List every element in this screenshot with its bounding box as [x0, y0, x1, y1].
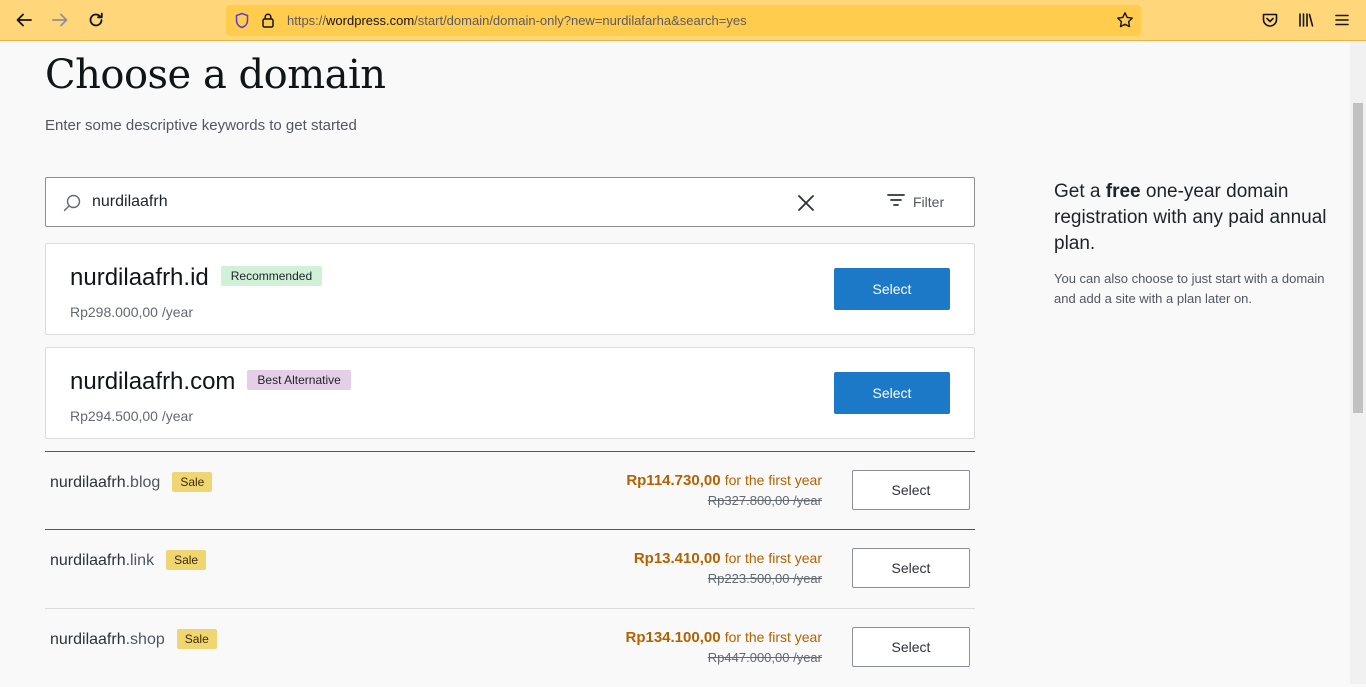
promo-title-bold: free — [1105, 181, 1141, 202]
filter-label: Filter — [913, 193, 945, 210]
select-button[interactable]: Select — [834, 372, 950, 414]
original-price: Rp447.000,00 /year — [707, 650, 822, 665]
best-alternative-badge: Best Alternative — [247, 370, 351, 390]
sale-price-suffix: for the first year — [724, 629, 822, 645]
domain-result-row: nurdilaafrh.link Sale Rp13.410,00 for the… — [45, 529, 975, 608]
url-text[interactable]: https://wordpress.com/start/domain/domai… — [287, 13, 747, 28]
browser-toolbar: https://wordpress.com/start/domain/domai… — [0, 0, 1366, 41]
recommended-badge: Recommended — [220, 266, 323, 286]
original-price: Rp327.800,00 /year — [707, 493, 822, 508]
free-domain-promo: Get a free one-year domain registration … — [1054, 179, 1334, 309]
domain-result-row: nurdilaafrh.blog Sale Rp114.730,00 for th… — [45, 451, 975, 530]
sale-badge: Sale — [172, 472, 213, 492]
reload-icon[interactable] — [84, 8, 108, 32]
page-title: Choose a domain — [45, 52, 386, 98]
url-bar[interactable]: https://wordpress.com/start/domain/domai… — [226, 5, 1141, 36]
tracking-shield-icon[interactable] — [234, 12, 250, 34]
sale-price: Rp114.730,00 — [626, 472, 721, 489]
url-host: wordpress.com — [326, 13, 415, 28]
domain-base: nurdilaafrh — [50, 552, 126, 569]
search-icon[interactable] — [62, 193, 82, 218]
domain-tld: .shop — [125, 631, 165, 648]
filter-button[interactable]: Filter — [887, 193, 944, 210]
original-price: Rp223.500,00 /year — [707, 571, 822, 586]
sale-price: Rp134.100,00 — [625, 629, 721, 646]
back-arrow-icon[interactable] — [12, 8, 36, 32]
menu-hamburger-icon[interactable] — [1330, 8, 1354, 32]
promo-text: You can also choose to just start with a… — [1054, 271, 1325, 306]
featured-domain-name: nurdilaafrh.com — [70, 368, 236, 395]
promo-title-start: Get a — [1054, 181, 1106, 202]
select-button[interactable]: Select — [852, 470, 970, 510]
sale-price-suffix: for the first year — [724, 550, 822, 566]
scrollbar-thumb[interactable] — [1353, 103, 1363, 413]
featured-domain-card: nurdilaafrh.com Best Alternative Rp294.50… — [45, 347, 975, 439]
filter-icon — [887, 193, 905, 210]
domain-result-row: nurdilaafrh.shop Sale Rp134.100,00 for th… — [45, 608, 975, 687]
promo-title: Get a free one-year domain registration … — [1054, 179, 1334, 257]
domain-search-box: Filter — [45, 177, 975, 227]
domain-tld: .link — [125, 552, 155, 569]
select-button[interactable]: Select — [852, 627, 970, 667]
url-prefix: https:// — [287, 13, 327, 28]
sale-price-suffix: for the first year — [724, 472, 822, 488]
featured-domain-price: Rp298.000,00 /year — [70, 304, 193, 320]
page-scrollbar[interactable] — [1350, 41, 1366, 684]
select-button[interactable]: Select — [852, 548, 970, 588]
page-subtitle: Enter some descriptive keywords to get s… — [45, 117, 357, 134]
bookmark-star-icon[interactable] — [1116, 11, 1134, 34]
domain-search-input[interactable] — [92, 193, 692, 211]
library-icon[interactable] — [1294, 8, 1318, 32]
pocket-icon[interactable] — [1258, 8, 1282, 32]
sale-badge: Sale — [166, 550, 207, 570]
url-path: /start/domain/domain-only?new=nurdilafar… — [414, 13, 747, 28]
domain-base: nurdilaafrh — [50, 474, 126, 491]
domain-base: nurdilaafrh — [50, 631, 126, 648]
forward-arrow-icon[interactable] — [48, 8, 72, 32]
select-button[interactable]: Select — [834, 268, 950, 310]
featured-domain-price: Rp294.500,00 /year — [70, 408, 193, 424]
sale-badge: Sale — [176, 629, 217, 649]
domain-tld: .blog — [125, 474, 161, 491]
sale-price: Rp13.410,00 — [633, 550, 721, 567]
clear-search-icon[interactable] — [795, 192, 817, 214]
featured-domain-card: nurdilaafrh.id Recommended Rp298.000,00 /… — [45, 243, 975, 335]
featured-domain-name: nurdilaafrh.id — [70, 264, 209, 291]
lock-icon[interactable] — [261, 12, 275, 34]
